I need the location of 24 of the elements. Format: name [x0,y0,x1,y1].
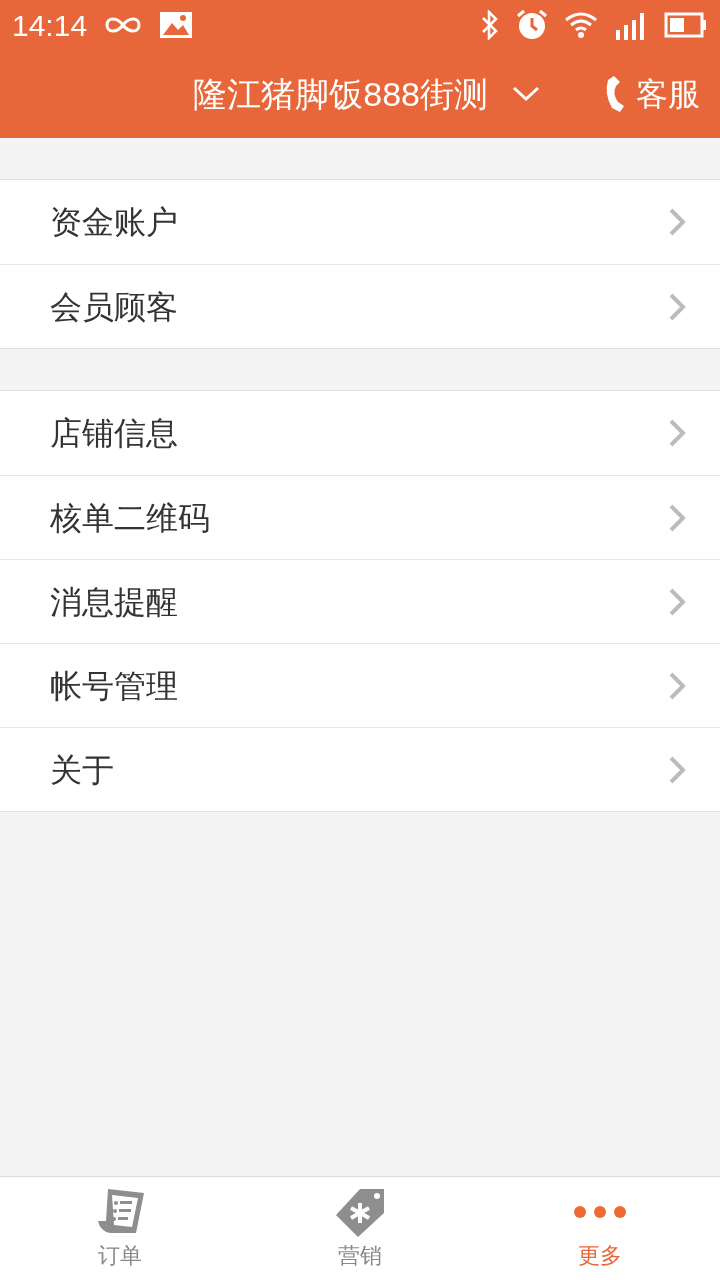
chevron-right-icon [668,207,686,237]
chevron-right-icon [668,502,686,533]
menu-item[interactable]: 核单二维码 [0,475,720,559]
chevron-right-icon [668,670,686,701]
menu-item[interactable]: 资金账户 [0,180,720,264]
wifi-icon [564,11,598,39]
menu-item[interactable]: 会员顾客 [0,264,720,348]
menu-item[interactable]: 店铺信息 [0,391,720,475]
chevron-down-icon [512,86,540,102]
menu-item[interactable]: 帐号管理 [0,643,720,727]
tab[interactable]: 订单 [0,1177,240,1280]
chevron-right-icon [668,291,686,322]
chevron-right-icon [668,418,686,448]
alarm-icon [516,9,548,41]
chevron-right-icon [668,754,686,785]
menu-item[interactable]: 消息提醒 [0,559,720,643]
more-icon [572,1206,628,1218]
chevron-right-icon [668,586,686,617]
menu-item[interactable]: 关于 [0,727,720,811]
image-icon [159,11,194,39]
battery-icon [664,12,708,38]
bluetooth-icon [480,10,500,40]
tab[interactable]: 营销 [240,1177,480,1280]
status-time: 14:14 [12,7,88,44]
